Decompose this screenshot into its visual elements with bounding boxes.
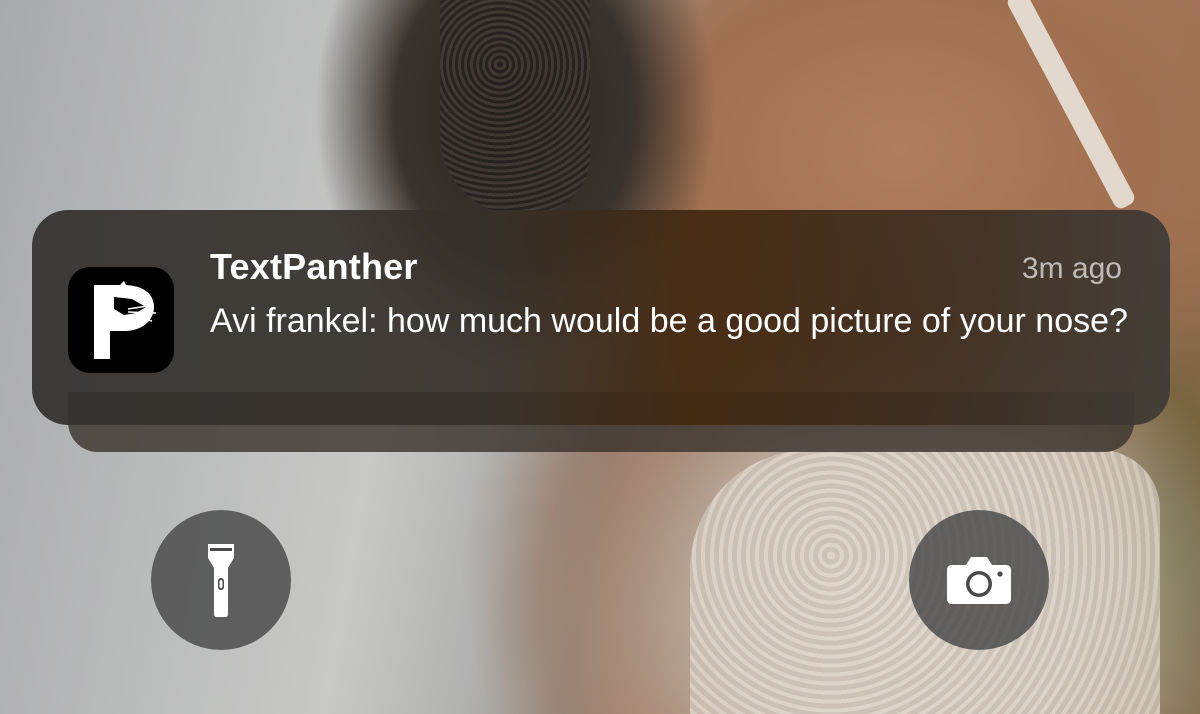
panther-icon — [94, 281, 157, 359]
camera-icon — [947, 557, 1011, 604]
notification-message: Avi frankel: how much would be a good pi… — [210, 302, 1128, 340]
notification-app-name: TextPanther — [210, 246, 418, 287]
textpanther-app-icon — [68, 267, 174, 373]
camera-button[interactable] — [909, 510, 1049, 650]
wallpaper-detail — [440, 0, 590, 215]
notification-timestamp: 3m ago — [1021, 252, 1122, 285]
flashlight-button[interactable] — [151, 510, 291, 650]
flashlight-icon — [208, 544, 234, 617]
notification-card[interactable]: TextPanther 3m ago Avi frankel: how much… — [32, 210, 1170, 425]
